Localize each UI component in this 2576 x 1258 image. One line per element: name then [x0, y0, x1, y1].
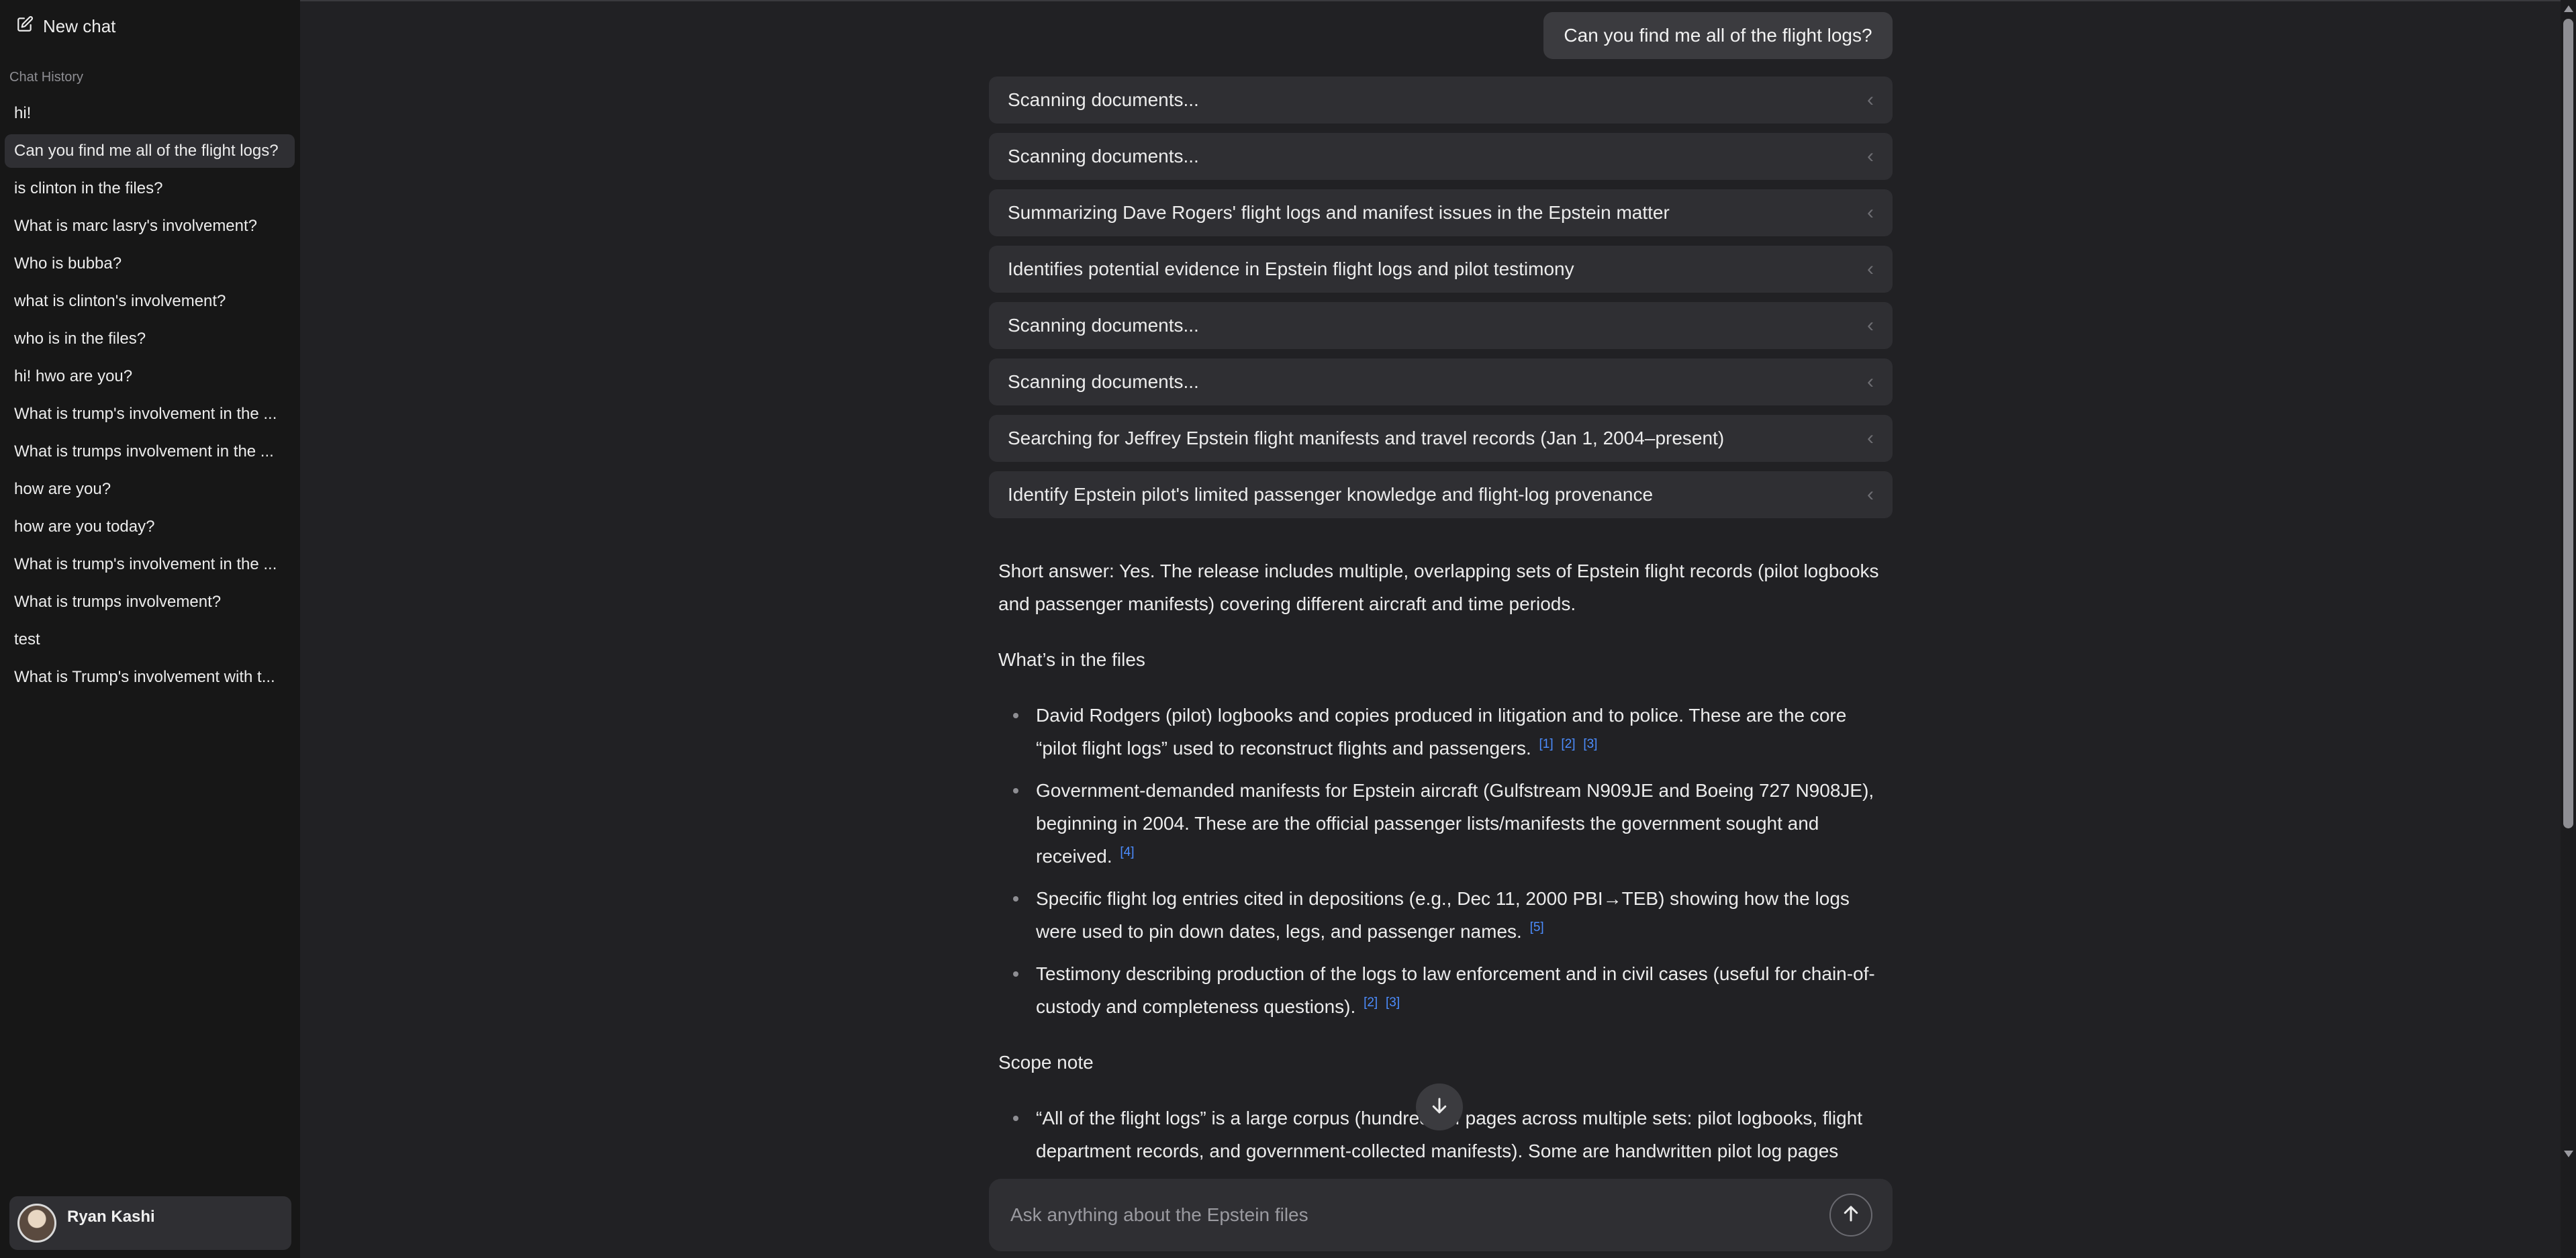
chevron-left-icon: ‹: [1867, 483, 1874, 505]
citation-link[interactable]: [2]: [1364, 996, 1378, 1010]
user-profile-button[interactable]: Ryan Kashi: [9, 1196, 291, 1250]
chevron-left-icon: ‹: [1867, 201, 1874, 224]
list-item-text: Testimony describing production of the l…: [1036, 963, 1875, 1017]
scroll-up-arrow-icon[interactable]: [2564, 5, 2573, 12]
chevron-left-icon: ‹: [1867, 145, 1874, 167]
arrow-down-icon: [1429, 1096, 1449, 1119]
citation-link[interactable]: [4]: [1120, 845, 1134, 859]
send-button[interactable]: [1829, 1194, 1872, 1237]
chat-input[interactable]: [1010, 1198, 1803, 1232]
scrollbar-thumb[interactable]: [2563, 19, 2573, 828]
history-item[interactable]: what is clinton's involvement?: [5, 285, 295, 318]
history-item[interactable]: how are you?: [5, 473, 295, 506]
list-item-text: David Rodgers (pilot) logbooks and copie…: [1036, 705, 1847, 759]
history-item[interactable]: who is in the files?: [5, 322, 295, 356]
step-label: Identify Epstein pilot's limited passeng…: [1008, 484, 1654, 505]
citation-link[interactable]: [3]: [1583, 737, 1597, 751]
user-name: Ryan Kashi: [67, 1208, 155, 1226]
list-item: Government-demanded manifests for Epstei…: [1013, 774, 1891, 873]
arrow-up-icon: [1841, 1204, 1861, 1227]
new-chat-label: New chat: [43, 15, 116, 36]
chevron-left-icon: ‹: [1867, 258, 1874, 280]
reasoning-step[interactable]: Searching for Jeffrey Epstein flight man…: [989, 415, 1893, 462]
message-composer: [989, 1179, 1893, 1251]
top-divider: [300, 0, 2576, 1]
answer-intro: Short answer: Yes. The release includes …: [998, 561, 1879, 614]
list-item: “All of the flight logs” is a large corp…: [1013, 1102, 1891, 1167]
reasoning-steps: Scanning documents... ‹ Scanning document…: [989, 77, 1893, 528]
chat-history-heading: Chat History: [9, 70, 84, 85]
chat-history-list: hi! Can you find me all of the flight lo…: [5, 97, 295, 698]
history-item[interactable]: What is trump's involvement in the ...: [5, 397, 295, 431]
reasoning-step[interactable]: Scanning documents... ‹: [989, 133, 1893, 180]
history-item[interactable]: hi!: [5, 97, 295, 130]
citation-link[interactable]: [5]: [1530, 920, 1544, 934]
citation-link[interactable]: [2]: [1561, 737, 1575, 751]
chevron-left-icon: ‹: [1867, 427, 1874, 449]
answer-list: David Rodgers (pilot) logbooks and copie…: [1013, 699, 1891, 1023]
history-item[interactable]: What is trumps involvement in the ...: [5, 435, 295, 469]
chevron-left-icon: ‹: [1867, 89, 1874, 111]
citation-link[interactable]: [3]: [1386, 996, 1400, 1010]
reasoning-step[interactable]: Scanning documents... ‹: [989, 77, 1893, 124]
section-heading: What’s in the files: [998, 649, 1145, 670]
chevron-left-icon: ‹: [1867, 371, 1874, 393]
section-heading: Scope note: [998, 1052, 1094, 1073]
history-item[interactable]: What is trump's involvement in the ...: [5, 548, 295, 581]
reasoning-step[interactable]: Scanning documents... ‹: [989, 302, 1893, 349]
scroll-down-arrow-icon[interactable]: [2564, 1151, 2573, 1157]
chevron-left-icon: ‹: [1867, 314, 1874, 336]
sidebar: New chat Chat History hi! Can you find m…: [0, 0, 300, 1258]
history-item[interactable]: how are you today?: [5, 510, 295, 544]
history-item[interactable]: hi! hwo are you?: [5, 360, 295, 393]
list-item: Testimony describing production of the l…: [1013, 957, 1891, 1023]
list-item: David Rodgers (pilot) logbooks and copie…: [1013, 699, 1891, 765]
user-message: Can you find me all of the flight logs?: [1543, 12, 1893, 59]
reasoning-step[interactable]: Identify Epstein pilot's limited passeng…: [989, 471, 1893, 518]
avatar: [17, 1204, 56, 1243]
step-label: Searching for Jeffrey Epstein flight man…: [1008, 428, 1725, 448]
history-item[interactable]: is clinton in the files?: [5, 172, 295, 205]
answer-list: “All of the flight logs” is a large corp…: [1013, 1102, 1891, 1167]
reasoning-step[interactable]: Scanning documents... ‹: [989, 358, 1893, 405]
reasoning-step[interactable]: Identifies potential evidence in Epstein…: [989, 246, 1893, 293]
edit-icon: [16, 15, 34, 38]
step-label: Scanning documents...: [1008, 146, 1199, 166]
history-item[interactable]: test: [5, 623, 295, 657]
history-item-active[interactable]: Can you find me all of the flight logs?: [5, 134, 295, 168]
history-item[interactable]: What is marc lasry's involvement?: [5, 209, 295, 243]
step-label: Scanning documents...: [1008, 315, 1199, 336]
step-label: Identifies potential evidence in Epstein…: [1008, 258, 1574, 279]
history-item[interactable]: What is Trump's involvement with t...: [5, 661, 295, 694]
scroll-to-bottom-button[interactable]: [1416, 1083, 1463, 1130]
step-label: Scanning documents...: [1008, 89, 1199, 110]
list-item-text: Specific flight log entries cited in dep…: [1036, 888, 1850, 942]
list-item-text: Government-demanded manifests for Epstei…: [1036, 780, 1874, 867]
new-chat-button[interactable]: New chat: [8, 9, 290, 43]
step-label: Summarizing Dave Rogers' flight logs and…: [1008, 202, 1670, 223]
step-label: Scanning documents...: [1008, 371, 1199, 392]
list-item: Specific flight log entries cited in dep…: [1013, 882, 1891, 948]
chat-main: Can you find me all of the flight logs? …: [300, 0, 2576, 1258]
citation-link[interactable]: [1]: [1539, 737, 1554, 751]
page-scrollbar[interactable]: [2561, 0, 2576, 1258]
history-item[interactable]: What is trumps involvement?: [5, 585, 295, 619]
reasoning-step[interactable]: Summarizing Dave Rogers' flight logs and…: [989, 189, 1893, 236]
history-item[interactable]: Who is bubba?: [5, 247, 295, 281]
